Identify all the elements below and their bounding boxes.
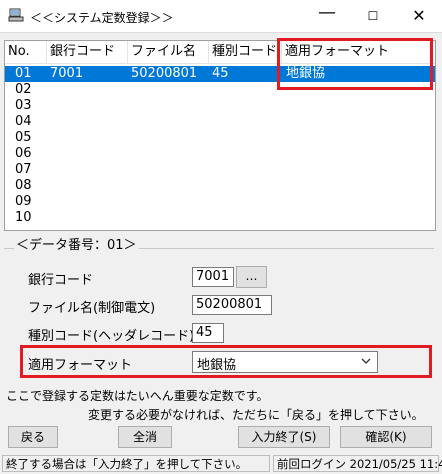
row-no: 04 xyxy=(15,114,32,129)
clear-all-button[interactable]: 全消 xyxy=(118,426,172,448)
row-no: 03 xyxy=(15,98,32,113)
row-no: 08 xyxy=(15,178,32,193)
column-header-bank-code[interactable]: 銀行コード xyxy=(47,41,128,63)
row-no: 05 xyxy=(15,130,32,145)
confirm-button[interactable]: 確認(K) xyxy=(340,426,432,448)
type-code-label: 種別コード(ヘッダレコード) xyxy=(28,329,195,344)
row-no: 09 xyxy=(15,194,32,209)
app-icon xyxy=(8,8,24,22)
column-header-no[interactable]: No. xyxy=(5,41,47,63)
data-number-label: ＜データ番号：01＞ xyxy=(14,234,139,253)
format-label: 適用フォーマット xyxy=(28,358,133,373)
list-row[interactable]: 04 xyxy=(5,114,435,130)
back-button[interactable]: 戻る xyxy=(8,426,58,448)
chevron-down-icon xyxy=(361,358,371,364)
list-row[interactable]: 10 xyxy=(5,210,435,226)
warning-message-2: 変更する必要がなければ、ただちに「戻る」を押して下さい。 xyxy=(88,408,424,422)
file-name-field[interactable]: 50200801 xyxy=(192,295,272,315)
close-button[interactable]: ✕ xyxy=(396,0,442,32)
list-row[interactable]: 08 xyxy=(5,178,435,194)
row-type-code: 45 xyxy=(212,66,229,81)
maximize-button[interactable]: ☐ xyxy=(350,0,396,32)
title-bar: ＜＜システム定数登録＞＞ — ☐ ✕ xyxy=(0,0,442,33)
row-bank-code: 7001 xyxy=(50,66,84,81)
finish-input-button[interactable]: 入力終了(S) xyxy=(238,426,330,448)
list-row[interactable]: 07 xyxy=(5,162,435,178)
list-row[interactable]: 06 xyxy=(5,146,435,162)
row-file-name: 50200801 xyxy=(131,66,198,81)
status-last-login: 前回ログイン 2021/05/25 11:40 xyxy=(273,455,442,472)
column-header-file-name[interactable]: ファイル名 xyxy=(128,41,209,63)
bank-code-field[interactable]: 7001 xyxy=(192,267,234,287)
format-select-value: 地銀協 xyxy=(197,358,237,373)
row-no: 10 xyxy=(15,210,32,225)
file-name-label: ファイル名(制御電文) xyxy=(28,301,156,316)
format-column-highlight xyxy=(277,38,433,90)
format-select[interactable]: 地銀協 xyxy=(192,351,378,373)
row-no: 01 xyxy=(15,66,32,81)
row-no: 06 xyxy=(15,146,32,161)
row-no: 07 xyxy=(15,162,32,177)
window-title: ＜＜システム定数登録＞＞ xyxy=(30,11,174,25)
minimize-button[interactable]: — xyxy=(304,0,350,32)
bank-code-label: 銀行コード xyxy=(28,273,94,288)
list-row[interactable]: 09 xyxy=(5,194,435,210)
browse-button[interactable]: … xyxy=(236,266,267,288)
type-code-field[interactable]: 45 xyxy=(192,323,224,343)
warning-message-1: ここで登録する定数はたいへん重要な定数です。 xyxy=(6,389,269,403)
row-no: 02 xyxy=(15,82,32,97)
list-row[interactable]: 05 xyxy=(5,130,435,146)
status-hint: 終了する場合は「入力終了」を押して下さい。 xyxy=(2,455,270,472)
list-row[interactable]: 03 xyxy=(5,98,435,114)
column-header-type-code[interactable]: 種別コード xyxy=(209,41,282,63)
